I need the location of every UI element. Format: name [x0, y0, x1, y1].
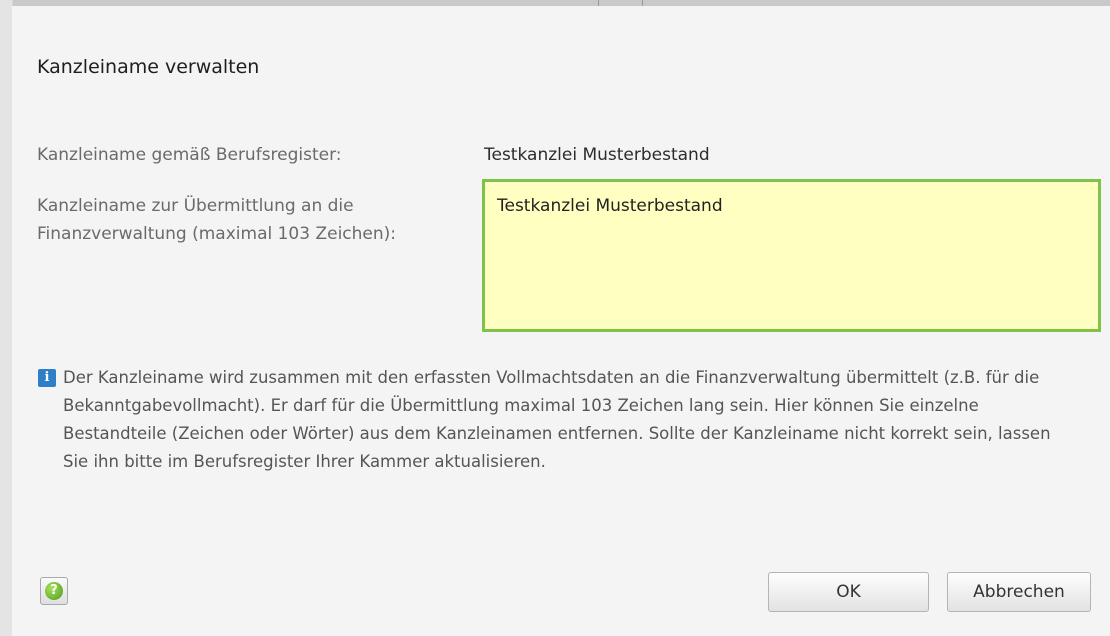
transmission-name-label: Kanzleiname zur Übermittlung an die Fina… — [37, 192, 396, 248]
info-icon: i — [38, 369, 56, 387]
register-name-value: Testkanzlei Musterbestand — [484, 145, 710, 165]
kanzleiname-dialog: Kanzleiname verwalten Kanzleiname gemäß … — [12, 6, 1110, 636]
cancel-button[interactable]: Abbrechen — [947, 572, 1091, 612]
transmission-label-line2: Finanzverwaltung (maximal 103 Zeichen): — [37, 224, 397, 244]
help-icon: ? — [45, 582, 63, 600]
transmission-label-line1: Kanzleiname zur Übermittlung an die — [37, 196, 354, 216]
help-button[interactable]: ? — [40, 577, 68, 605]
dialog-title: Kanzleiname verwalten — [37, 56, 260, 78]
info-text: Der Kanzleiname wird zusammen mit den er… — [63, 368, 1051, 471]
register-name-label: Kanzleiname gemäß Berufsregister: — [37, 145, 342, 165]
ok-button[interactable]: OK — [768, 572, 929, 612]
transmission-name-input[interactable] — [482, 179, 1101, 332]
